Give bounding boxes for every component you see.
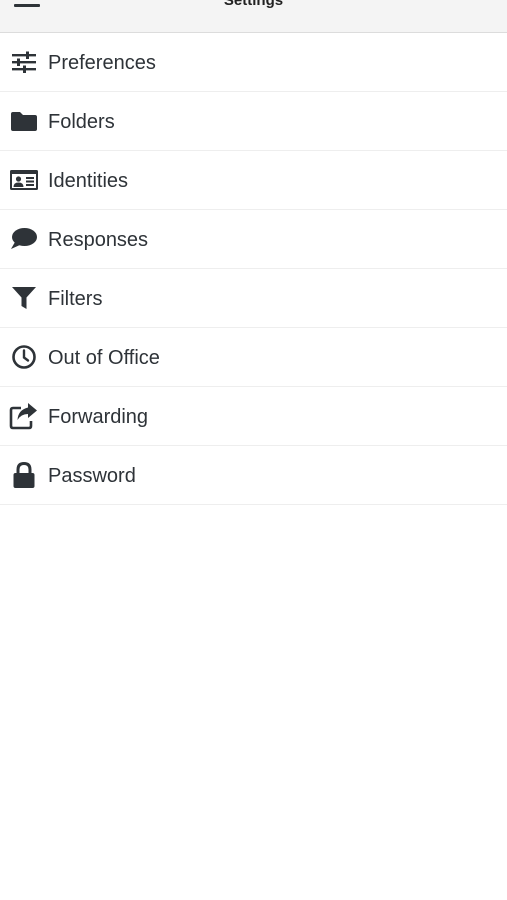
settings-item-password[interactable]: Password [0,446,507,505]
clock-icon [0,328,48,386]
settings-item-responses[interactable]: Responses [0,210,507,269]
settings-item-label: Filters [48,288,103,310]
sliders-icon [0,33,48,91]
filter-icon [0,269,48,327]
settings-item-preferences[interactable]: Preferences [0,33,507,92]
settings-item-folders[interactable]: Folders [0,92,507,151]
settings-item-label: Folders [48,111,115,133]
comment-icon [0,210,48,268]
settings-item-forwarding[interactable]: Forwarding [0,387,507,446]
settings-item-label: Forwarding [48,406,149,428]
settings-item-label: Identities [48,170,129,192]
settings-item-label: Password [48,465,136,487]
settings-item-label: Out of Office [48,347,160,369]
page-title: Settings [223,0,284,9]
settings-item-label: Responses [48,229,149,251]
id-card-icon [0,151,48,209]
settings-item-out-of-office[interactable]: Out of Office [0,328,507,387]
top-bar: Settings [0,0,507,33]
settings-item-filters[interactable]: Filters [0,269,507,328]
settings-screen: Settings Preferences Folders Identities … [0,0,507,900]
lock-icon [0,446,48,504]
folder-icon [0,92,48,150]
settings-list: Preferences Folders Identities Responses… [0,33,507,505]
settings-item-label: Preferences [48,52,156,74]
settings-item-identities[interactable]: Identities [0,151,507,210]
share-icon [0,387,48,445]
